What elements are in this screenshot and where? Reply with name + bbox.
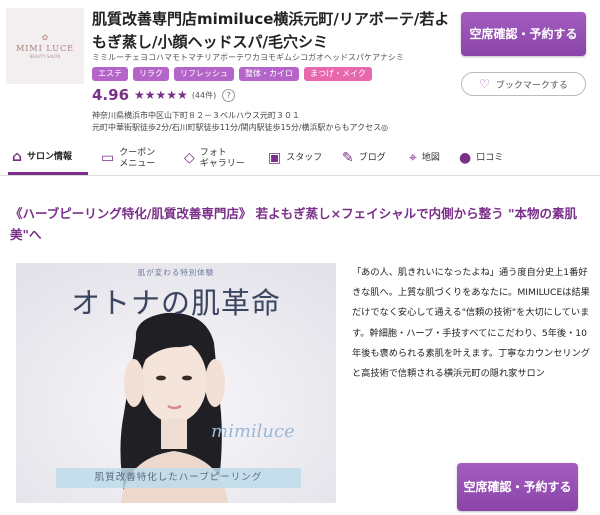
shop-title: 肌質改善専門店mimiluce横浜元町/リアボーテ/若よもぎ蒸し/小顔ヘッドスパ… <box>92 10 450 51</box>
bookmark-label: ブックマークする <box>495 80 568 91</box>
tab-label: スタッフ <box>286 153 323 163</box>
review-count-link[interactable]: (44件) <box>192 90 216 101</box>
tab-reviews[interactable]: ● 口コミ <box>459 142 519 175</box>
tag-relax: リラク <box>133 67 169 81</box>
tab-label: サロン情報 <box>27 151 73 162</box>
map-pin-icon: ⌖ <box>409 150 417 166</box>
catch-heading: 《ハーブピーリング特化/肌質改善専門店》 若よもぎ蒸し×フェイシャルで内側から整… <box>10 206 578 242</box>
tab-label: 口コミ <box>476 153 504 163</box>
staff-icon: ▣ <box>268 150 282 166</box>
hero-band: 肌質改善特化したハーブピーリング <box>56 468 301 488</box>
tab-photo-gallery[interactable]: ◇ フォト ギャラリー <box>184 142 262 175</box>
reserve-button[interactable]: 空席確認・予約する <box>461 12 586 56</box>
home-icon: ⌂ <box>12 148 23 165</box>
hero-title: オトナの肌革命 <box>70 286 281 320</box>
hero-script: mimiluce <box>211 421 295 442</box>
hero-image: 肌が変わる特別体験 オトナの肌革命 mimiluce 肌質改善特化したハーブピー… <box>16 263 336 503</box>
photo-icon: ◇ <box>184 150 195 166</box>
tab-salon-info[interactable]: ⌂ サロン情報 <box>8 142 88 175</box>
genre-tags: エステ リラク リフレッシュ 整体・カイロ まつげ・メイク <box>92 67 372 81</box>
salon-header: ✿ MIMI LUCE BEAUTY SALON 肌質改善専門店mimiluce… <box>0 0 600 140</box>
tab-map[interactable]: ⌖ 地図 <box>409 142 457 175</box>
salon-tabs: ⌂ サロン情報 ▭ クーポン メニュー ◇ フォト ギャラリー ▣ スタッフ ✎… <box>0 142 600 176</box>
logo-sub: BEAUTY SALON <box>29 53 61 59</box>
tag-refresh: リフレッシュ <box>174 67 234 81</box>
tab-coupon-menu[interactable]: ▭ クーポン メニュー <box>101 142 179 175</box>
tag-esthe: エステ <box>92 67 128 81</box>
salon-address: 神奈川県横浜市中区山下町８２－３ベルハウス元町３０１ <box>92 111 300 120</box>
bookmark-button[interactable]: ♡ ブックマークする <box>461 72 586 96</box>
help-icon[interactable]: ? <box>222 88 236 102</box>
reserve-button-bottom[interactable]: 空席確認・予約する <box>457 463 578 511</box>
rating-score: 4.96 <box>92 86 130 104</box>
logo-name: MIMI LUCE <box>16 43 74 53</box>
tab-label: フォト ギャラリー <box>199 147 245 169</box>
logo-ornament-icon: ✿ <box>41 32 49 42</box>
pen-icon: ✎ <box>342 150 354 166</box>
chat-bubble-icon: ● <box>459 150 472 166</box>
coupon-icon: ▭ <box>101 150 115 166</box>
tab-label: クーポン メニュー <box>119 147 156 169</box>
tab-blog[interactable]: ✎ ブログ <box>342 142 402 175</box>
tag-matsuge: まつげ・メイク <box>304 67 372 81</box>
salon-description: 「あの人、肌きれいになったよね」通う度自分史上1番好きな肌へ。上質な肌づくりをあ… <box>352 267 590 380</box>
hero-mini-text: 肌が変わる特別体験 <box>137 268 215 277</box>
salon-access: 元町中華街駅徒歩2分/石川町駅徒歩11分/関内駅徒歩15分/横浜駅からもアクセス… <box>92 123 389 132</box>
shop-kana: ミミルーチェヨコハマモトマチリアボーテワカヨモギムシコガオヘッドスパケアナシミ <box>92 53 404 62</box>
rating-row: 4.96 ★★★★★ (44件) ? <box>92 86 236 104</box>
rating-stars-icon: ★★★★★ <box>134 88 188 102</box>
tab-staff[interactable]: ▣ スタッフ <box>268 142 338 175</box>
heart-icon: ♡ <box>479 77 490 91</box>
tab-label: 地図 <box>421 153 440 163</box>
salon-logo: ✿ MIMI LUCE BEAUTY SALON <box>6 8 84 84</box>
tab-label: ブログ <box>358 153 386 163</box>
tag-seitai: 整体・カイロ <box>239 67 299 81</box>
